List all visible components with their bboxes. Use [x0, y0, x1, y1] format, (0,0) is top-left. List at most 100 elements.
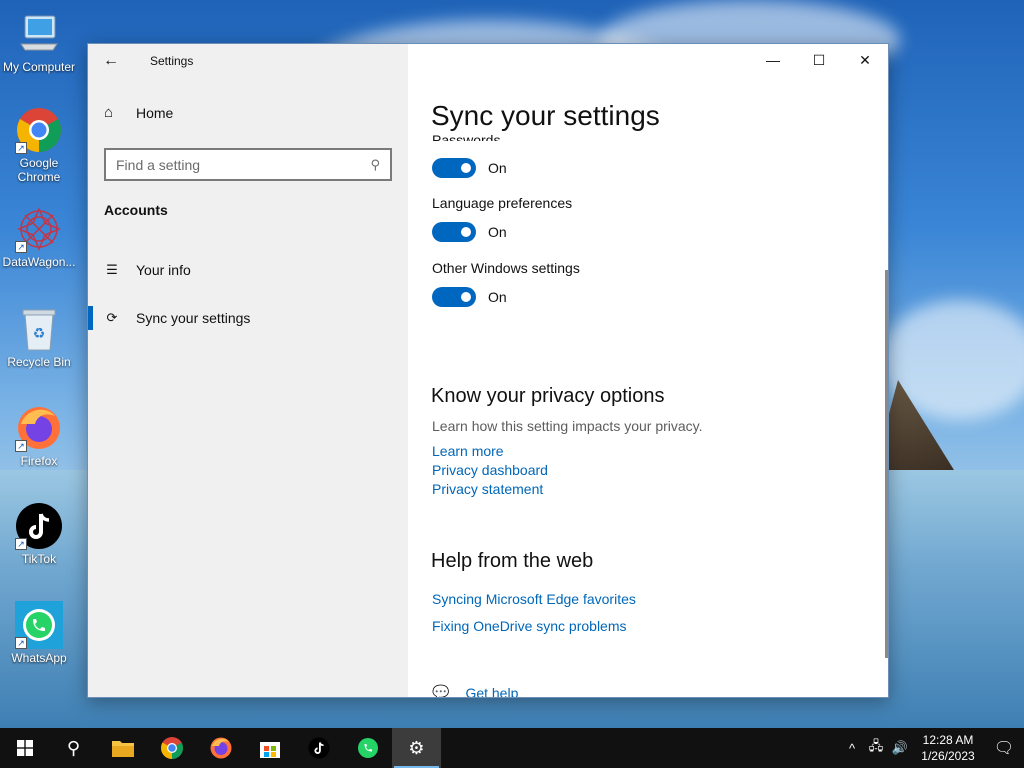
passwords-toggle[interactable] — [432, 158, 476, 178]
close-icon: ✕ — [859, 51, 871, 68]
firefox-icon: ↗ — [15, 404, 63, 452]
computer-icon — [15, 10, 63, 58]
privacy-heading: Know your privacy options — [431, 385, 665, 407]
sidebar-item-your-info[interactable]: ☰ Your info — [88, 250, 408, 290]
desktop-icon-firefox[interactable]: ↗ Firefox — [0, 404, 78, 468]
taskbar-tiktok[interactable] — [294, 728, 343, 768]
home-icon: ⌂ — [104, 104, 114, 121]
desktop-icon-label: TikTok — [21, 552, 57, 566]
sidebar-item-label: Sync your settings — [136, 310, 251, 326]
sync-icon: ⟳ — [106, 310, 118, 325]
shortcut-arrow-icon: ↗ — [15, 142, 27, 154]
title-bar: ← Settings — [88, 44, 408, 78]
settings-content: — ☐ ✕ Sync your settings Passwords On La… — [408, 44, 888, 697]
taskbar-settings[interactable]: ⚙ — [392, 728, 441, 768]
sidebar-item-label: Your info — [136, 262, 191, 278]
close-button[interactable]: ✕ — [842, 44, 888, 76]
desktop-icon-my-computer[interactable]: My Computer — [0, 10, 78, 74]
shortcut-arrow-icon: ↗ — [15, 440, 27, 452]
maximize-button[interactable]: ☐ — [796, 44, 842, 76]
minimize-button[interactable]: — — [750, 44, 796, 76]
toggle-state: On — [488, 224, 507, 240]
file-explorer-icon — [111, 741, 134, 757]
recycle-bin-icon: ♻ — [15, 305, 63, 353]
person-list-icon: ☰ — [106, 262, 118, 277]
back-arrow-icon: ← — [103, 52, 119, 69]
setting-label-passwords: Passwords — [432, 132, 501, 148]
content-scrollbar[interactable] — [885, 270, 888, 658]
toggle-state: On — [488, 289, 507, 305]
setting-label-language: Language preferences — [432, 195, 573, 211]
minimize-icon: — — [766, 52, 780, 68]
svg-text:♻: ♻ — [33, 326, 46, 342]
taskbar: ⚲ ⚙ ^ 🖧 🔊 12:28 AM 1/26/2023 🗨 — [0, 728, 1024, 768]
nav-home[interactable]: ⌂ Home — [104, 104, 173, 121]
clock-date: 1/26/2023 — [921, 749, 975, 763]
volume-icon[interactable]: 🔊 — [888, 740, 912, 756]
help-heading: Help from the web — [431, 550, 594, 572]
settings-nav-pane: ← Settings ⌂ Home ⚲ Accounts ☰ Your info… — [88, 44, 408, 697]
search-input[interactable] — [116, 156, 371, 173]
maximize-icon: ☐ — [812, 51, 826, 68]
chevron-up-icon[interactable]: ^ — [840, 741, 864, 756]
datawagon-icon: ↗ — [15, 205, 63, 253]
sidebar-item-sync-settings[interactable]: ⟳ Sync your settings — [88, 298, 408, 338]
learn-more-link[interactable]: Learn more — [432, 443, 504, 459]
system-tray: ^ 🖧 🔊 12:28 AM 1/26/2023 🗨 — [840, 728, 1024, 768]
desktop-icon-label: My Computer — [2, 60, 76, 74]
taskbar-firefox[interactable] — [196, 728, 245, 768]
desktop-icon-label: Google Chrome — [17, 156, 61, 184]
shortcut-arrow-icon: ↗ — [15, 241, 27, 253]
other-windows-settings-toggle[interactable] — [432, 287, 476, 307]
start-button[interactable] — [0, 728, 49, 768]
back-button[interactable]: ← — [88, 44, 134, 78]
toggle-row-language: On — [432, 222, 507, 242]
desktop-icon-tiktok[interactable]: ↗ TikTok — [0, 502, 78, 566]
clock-time: 12:28 AM — [922, 733, 974, 747]
firefox-icon — [210, 737, 231, 759]
search-box[interactable]: ⚲ — [104, 148, 392, 181]
taskbar-file-explorer[interactable] — [98, 728, 147, 768]
notification-icon: 🗨 — [993, 740, 1015, 757]
start-icon — [16, 740, 33, 756]
chrome-icon — [160, 737, 183, 759]
desktop-icon-label: DataWagon... — [2, 255, 76, 269]
search-icon: ⚲ — [66, 737, 81, 758]
shortcut-arrow-icon: ↗ — [15, 637, 27, 649]
privacy-statement-link[interactable]: Privacy statement — [432, 481, 543, 497]
get-help-link[interactable]: 💬 Get help — [432, 684, 519, 698]
chat-bubble-icon: 💬 — [432, 684, 450, 698]
desktop-icon-chrome[interactable]: ↗ Google Chrome — [0, 106, 78, 184]
taskbar-chrome[interactable] — [147, 728, 196, 768]
page-title: Sync your settings — [431, 100, 660, 131]
app-title: Settings — [150, 54, 194, 68]
settings-icon: ⚙ — [408, 737, 425, 758]
tiktok-icon — [307, 737, 330, 759]
desktop-icon-label: Firefox — [20, 454, 58, 468]
privacy-description: Learn how this setting impacts your priv… — [432, 418, 703, 434]
get-help-label: Get help — [465, 684, 519, 698]
desktop-icon-label: Recycle Bin — [7, 355, 71, 369]
window-controls: — ☐ ✕ — [750, 44, 888, 76]
tiktok-icon: ↗ — [15, 502, 63, 550]
taskbar-search-button[interactable]: ⚲ — [49, 728, 98, 768]
store-icon — [259, 742, 280, 758]
search-icon[interactable]: ⚲ — [370, 157, 380, 173]
desktop-icon-whatsapp[interactable]: ↗ WhatsApp — [0, 601, 78, 665]
shortcut-arrow-icon: ↗ — [15, 538, 27, 550]
taskbar-whatsapp[interactable] — [343, 728, 392, 768]
notification-button[interactable]: 🗨 — [984, 728, 1024, 768]
language-preferences-toggle[interactable] — [432, 222, 476, 242]
desktop-icon-recycle-bin[interactable]: ♻ Recycle Bin — [0, 305, 78, 369]
setting-label-other-windows: Other Windows settings — [432, 260, 580, 276]
onedrive-sync-link[interactable]: Fixing OneDrive sync problems — [432, 618, 627, 634]
network-icon[interactable]: 🖧 — [864, 737, 888, 759]
taskbar-store[interactable] — [245, 728, 294, 768]
privacy-dashboard-link[interactable]: Privacy dashboard — [432, 462, 548, 478]
desktop-icon-datawagon[interactable]: ↗ DataWagon... — [0, 205, 78, 269]
chrome-icon: ↗ — [15, 106, 63, 154]
desktop-icon-label: WhatsApp — [11, 651, 67, 665]
edge-favorites-link[interactable]: Syncing Microsoft Edge favorites — [432, 591, 636, 607]
toggle-state: On — [488, 160, 507, 176]
clock[interactable]: 12:28 AM 1/26/2023 — [912, 732, 984, 764]
